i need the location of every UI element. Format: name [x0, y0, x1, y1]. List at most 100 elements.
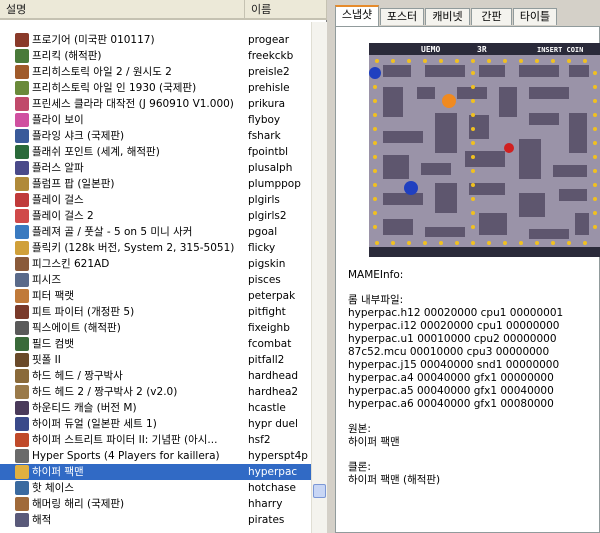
game-icon	[15, 385, 29, 399]
tab-0[interactable]: 스냅샷	[335, 5, 379, 26]
list-item[interactable]: 하드 헤드 / 짱구박사 hardhead	[0, 368, 311, 384]
game-icon	[15, 113, 29, 127]
mameinfo-label: MAMEInfo:	[348, 269, 404, 281]
maze-wall	[383, 219, 413, 235]
pellet	[593, 141, 597, 145]
column-header-description[interactable]: 설명	[0, 0, 245, 20]
list-item[interactable]: 픽스에이트 (해적판) fixeighb	[0, 320, 311, 336]
game-icon	[15, 129, 29, 143]
list-item[interactable]: 피시즈 pisces	[0, 272, 311, 288]
list-item[interactable]: 플릭키 (128k 버전, System 2, 315-5051) flicky	[0, 240, 311, 256]
game-icon	[15, 465, 29, 479]
list-item[interactable]: 해머링 해리 (국제판) hharry	[0, 496, 311, 512]
maze-wall	[383, 65, 411, 77]
game-description: 피시즈	[32, 274, 61, 286]
pellet	[373, 183, 377, 187]
list-item[interactable]: 플레이 걸스 plgirls	[0, 192, 311, 208]
list-item[interactable]: 플럼프 팝 (일본판) plumppop	[0, 176, 311, 192]
rom-file-line: hyperpac.a5 00040000 gfx1 00040000	[348, 385, 554, 397]
game-description: 핫 체이스	[32, 482, 74, 494]
maze-wall	[417, 87, 435, 99]
list-item[interactable]: 프로기어 (미국판 010117) progear	[0, 32, 311, 48]
game-icon	[15, 97, 29, 111]
game-description: 플릭키 (128k 버전, System 2, 315-5051)	[32, 242, 235, 254]
list-item[interactable]: 필드 컴뱃 fcombat	[0, 336, 311, 352]
game-description: 플러스 알파	[32, 162, 84, 174]
game-romname: fshark	[248, 130, 281, 142]
pellet	[593, 113, 597, 117]
list-item[interactable]: Hyper Sports (4 Players for kaillera) hyp…	[0, 448, 311, 464]
maze-wall	[425, 65, 465, 77]
list-item[interactable]: 플러스 알파 plusalph	[0, 160, 311, 176]
pellet	[471, 155, 475, 159]
game-description: 플라이 보이	[32, 114, 84, 126]
list-item[interactable]: 프리킥 (해적판) freekckb	[0, 48, 311, 64]
list-item[interactable]: 피트 파이터 (개정판 5) pitfight	[0, 304, 311, 320]
list-item[interactable]: 피터 팩랫 peterpak	[0, 288, 311, 304]
original-value: 하이퍼 팩맨	[348, 436, 400, 448]
list-item[interactable]: 하드 헤드 2 / 짱구박사 2 (v2.0) hardhea2	[0, 384, 311, 400]
game-description: 필드 컴뱃	[32, 338, 74, 350]
snapshot-hud-mid: 3R	[477, 45, 487, 54]
game-romname: flyboy	[248, 114, 281, 126]
tab-4[interactable]: 타이틀	[513, 8, 557, 25]
pellet	[375, 59, 379, 63]
list-item[interactable]: 플래쉬 포인트 (세계, 해적판) fpointbl	[0, 144, 311, 160]
rom-file-line: hyperpac.h12 00020000 cpu1 00000001	[348, 307, 564, 319]
list-item[interactable]: 핏폴 II pitfall2	[0, 352, 311, 368]
pellet	[391, 241, 395, 245]
list-item[interactable]: 플라잉 샤크 (국제판) fshark	[0, 128, 311, 144]
pellet	[391, 59, 395, 63]
tab-1[interactable]: 포스터	[380, 8, 424, 25]
game-romname: pisces	[248, 274, 281, 286]
game-icon	[15, 241, 29, 255]
list-item[interactable]: 프리히스토릭 아일 2 / 원시도 2 preisle2	[0, 64, 311, 80]
list-item[interactable]: 하이퍼 스트리트 파이터 II: 기념판 (아시... hsf2	[0, 432, 311, 448]
tab-2[interactable]: 캐비넷	[425, 8, 470, 25]
rom-file-line: hyperpac.a4 00040000 gfx1 00000000	[348, 372, 554, 384]
list-item[interactable]: 하이퍼 듀얼 (일본판 세트 1) hypr duel	[0, 416, 311, 432]
pellet	[471, 225, 475, 229]
game-description: 핏폴 II	[32, 354, 61, 366]
list-item[interactable]: 피그스킨 621AD pigskin	[0, 256, 311, 272]
game-romname: progear	[248, 34, 290, 46]
snapshot-hud-right: INSERT COIN	[537, 46, 583, 54]
list-item[interactable]: 플레이 걸스 2 plgirls2	[0, 208, 311, 224]
list-item[interactable]: 해적 pirates	[0, 512, 311, 528]
game-icon	[15, 353, 29, 367]
game-romname: plusalph	[248, 162, 293, 174]
maze-wall	[529, 113, 559, 125]
pellet	[487, 241, 491, 245]
pacman-sprite	[442, 94, 456, 108]
list-scrollbar[interactable]	[311, 22, 327, 533]
game-description: 해적	[32, 514, 52, 526]
game-romname: preisle2	[248, 66, 290, 78]
detail-panel: UEMO 3R INSERT COIN MAMEInfo: 롬 내부파일: hy…	[335, 26, 600, 533]
list-item[interactable]: 플라이 보이 flyboy	[0, 112, 311, 128]
game-description: 하드 헤드 2 / 짱구박사 2 (v2.0)	[32, 386, 178, 398]
maze-wall	[425, 227, 465, 237]
pellet	[583, 241, 587, 245]
game-description: 피터 팩랫	[32, 290, 74, 302]
list-item[interactable]: 프린세스 클라라 대작전 (J 960910 V1.000) prikura	[0, 96, 311, 112]
pellet	[503, 59, 507, 63]
list-item[interactable]: 핫 체이스 hotchase	[0, 480, 311, 496]
game-description: 플레져 골 / 풋살 - 5 on 5 미니 사커	[32, 226, 193, 238]
game-icon	[15, 401, 29, 415]
pellet	[373, 155, 377, 159]
column-header-name[interactable]: 이름	[245, 0, 327, 20]
list-item[interactable]: 하운티드 캐슬 (버전 M) hcastle	[0, 400, 311, 416]
pellet	[593, 155, 597, 159]
tab-3[interactable]: 간판	[471, 8, 512, 25]
list-item[interactable]: 프리히스토릭 아일 인 1930 (국제판) prehisle	[0, 80, 311, 96]
scrollbar-thumb[interactable]	[313, 484, 326, 498]
list-item[interactable]: 하이퍼 팩맨 hyperpac	[0, 464, 311, 480]
rom-file-line: hyperpac.i12 00020000 cpu1 00000000	[348, 320, 560, 332]
game-icon	[15, 257, 29, 271]
list-item[interactable]: 플레져 골 / 풋살 - 5 on 5 미니 사커 pgoal	[0, 224, 311, 240]
pellet	[471, 197, 475, 201]
game-romname: hotchase	[248, 482, 296, 494]
game-romname: fixeighb	[248, 322, 290, 334]
pellet	[471, 99, 475, 103]
pellet	[593, 71, 597, 75]
